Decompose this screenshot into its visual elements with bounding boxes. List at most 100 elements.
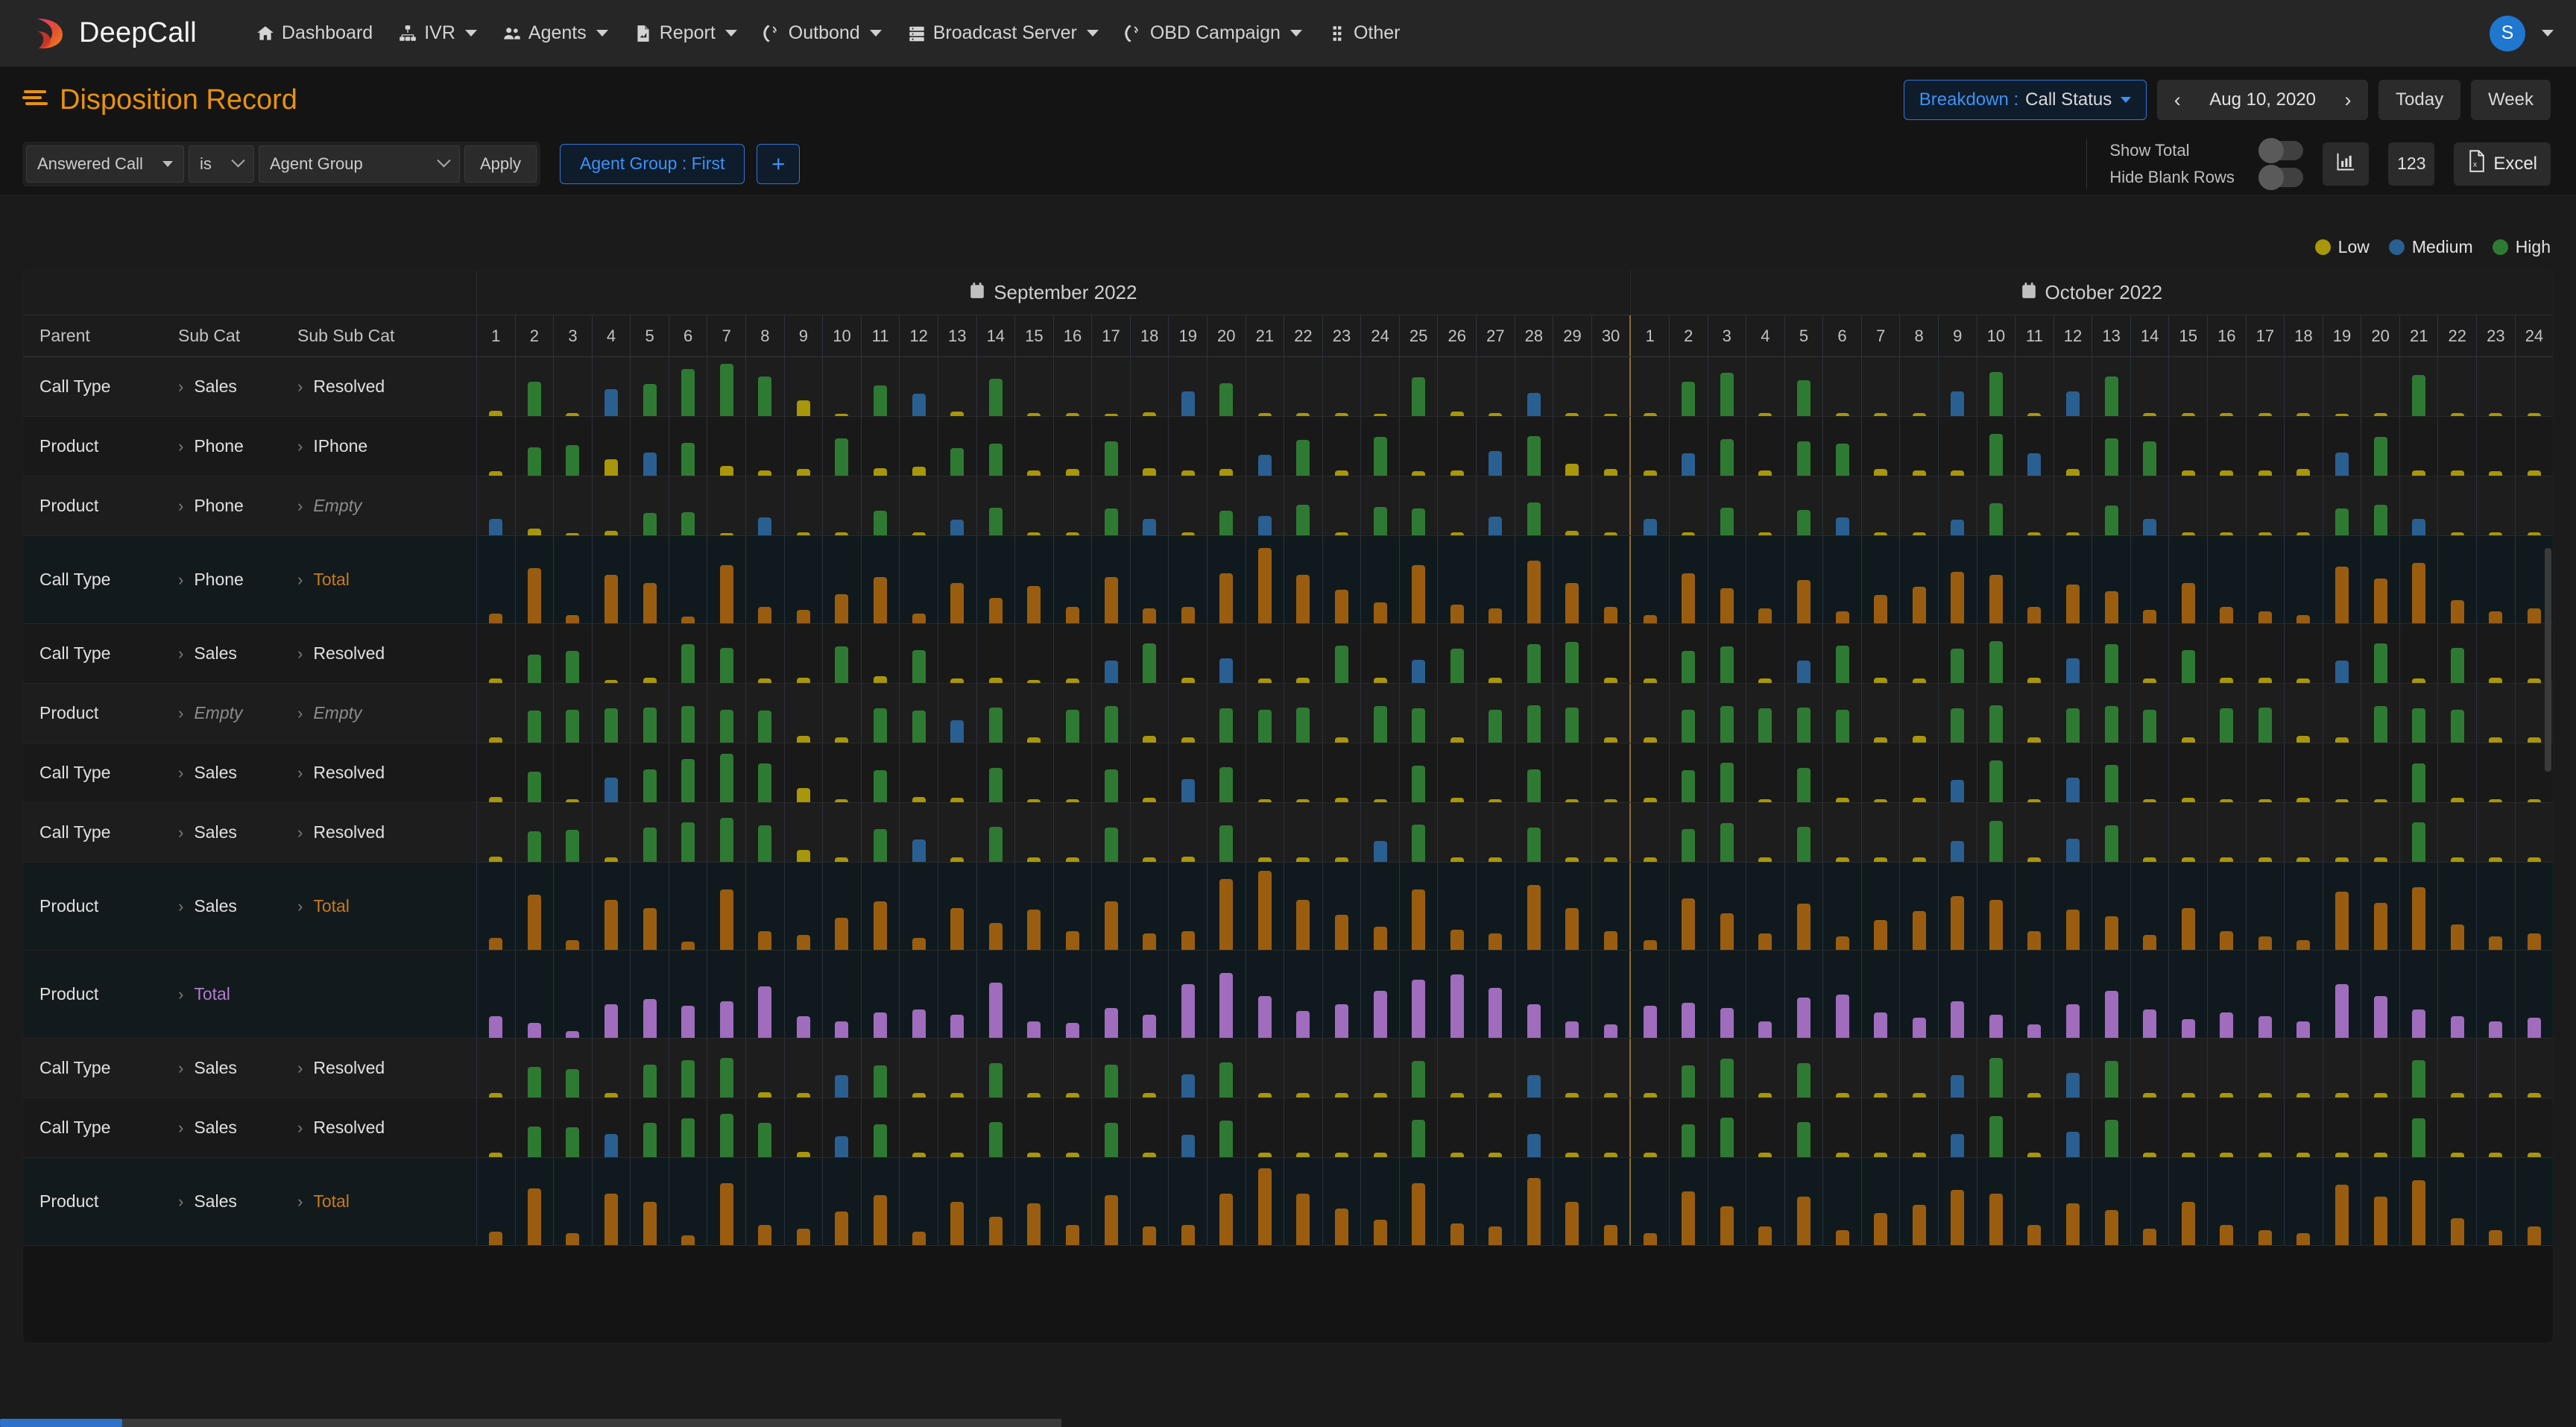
chart-cell[interactable] (1938, 624, 1977, 683)
chart-cell[interactable] (1977, 863, 2015, 950)
chart-cell[interactable] (2092, 536, 2130, 623)
chart-cell[interactable] (1207, 476, 1246, 535)
chart-cell[interactable] (1130, 417, 1169, 476)
chart-cell[interactable] (1591, 1098, 1630, 1157)
chart-cell[interactable] (2284, 803, 2323, 862)
chart-cell[interactable] (1360, 951, 1399, 1038)
chart-cell[interactable] (1977, 1158, 2015, 1245)
chart-cell[interactable] (2207, 536, 2246, 623)
chart-cell[interactable] (2168, 417, 2207, 476)
chart-cell[interactable] (2246, 863, 2285, 950)
chart-cell[interactable] (1861, 863, 1900, 950)
chart-cell[interactable] (1899, 743, 1938, 802)
chart-cell[interactable] (1591, 536, 1630, 623)
chart-cell[interactable] (1476, 536, 1515, 623)
chart-cell[interactable] (2130, 417, 2169, 476)
filter-chip-agent-group[interactable]: Agent Group : First (560, 144, 745, 184)
chart-cell[interactable] (2515, 863, 2553, 950)
chart-cell[interactable] (1938, 536, 1977, 623)
chart-cell[interactable] (1515, 476, 1553, 535)
chart-cell[interactable] (2476, 951, 2515, 1038)
chart-cell[interactable] (1476, 1158, 1515, 1245)
chart-cell[interactable] (669, 1039, 707, 1097)
chart-cell[interactable] (553, 951, 592, 1038)
chart-cell[interactable] (861, 951, 900, 1038)
chart-cell[interactable] (745, 684, 784, 743)
chart-cell[interactable] (1130, 1098, 1169, 1157)
chart-cell[interactable] (2476, 624, 2515, 683)
chart-cell[interactable] (1246, 536, 1284, 623)
chart-cell[interactable] (745, 951, 784, 1038)
chart-cell[interactable] (1014, 951, 1053, 1038)
chart-cell[interactable] (2168, 743, 2207, 802)
chart-cell[interactable] (1246, 624, 1284, 683)
chart-cell[interactable] (2130, 357, 2169, 416)
chart-cell[interactable] (1861, 476, 1900, 535)
chart-cell[interactable] (2053, 417, 2092, 476)
chart-cell[interactable] (1091, 624, 1130, 683)
chart-cell[interactable] (1553, 536, 1591, 623)
chart-cell[interactable] (2284, 743, 2323, 802)
chart-cell[interactable] (1708, 743, 1746, 802)
table-row[interactable]: Product›Sales›Total (23, 1158, 2553, 1246)
chart-cell[interactable] (784, 1158, 823, 1245)
chart-cell[interactable] (476, 803, 515, 862)
avatar[interactable]: S (2490, 16, 2525, 51)
chart-cell[interactable] (1053, 417, 1092, 476)
table-row[interactable]: Call Type›Sales›Resolved (23, 1039, 2553, 1098)
chart-cell[interactable] (976, 743, 1015, 802)
column-header-sub-sub-cat[interactable]: Sub Sub Cat (297, 315, 476, 356)
chart-cell[interactable] (899, 684, 938, 743)
chart-cell[interactable] (1399, 357, 1438, 416)
chart-cell[interactable] (1938, 476, 1977, 535)
chart-cell[interactable] (2092, 624, 2130, 683)
table-row[interactable]: Call Type›Sales›Resolved (23, 624, 2553, 684)
chart-cell[interactable] (2361, 863, 2399, 950)
chart-cell[interactable] (1207, 1158, 1246, 1245)
filter-value-select[interactable]: Agent Group (259, 145, 460, 183)
chart-cell[interactable] (2437, 417, 2476, 476)
chart-cell[interactable] (1746, 863, 1784, 950)
chart-cell[interactable] (1322, 1039, 1361, 1097)
chart-cell[interactable] (2284, 863, 2323, 950)
chart-cell[interactable] (1938, 743, 1977, 802)
chart-cell[interactable] (2284, 1158, 2323, 1245)
chart-cell[interactable] (707, 951, 745, 1038)
chart-cell[interactable] (1437, 1039, 1476, 1097)
chart-cell[interactable] (2207, 476, 2246, 535)
nav-item-report[interactable]: Report (621, 15, 750, 51)
chart-cell[interactable] (2207, 417, 2246, 476)
chart-cell[interactable] (592, 624, 631, 683)
chart-cell[interactable] (1746, 743, 1784, 802)
chart-cell[interactable] (861, 803, 900, 862)
chart-cell[interactable] (2092, 803, 2130, 862)
chart-cell[interactable] (1708, 536, 1746, 623)
chart-cell[interactable] (2361, 1158, 2399, 1245)
chart-cell[interactable] (2130, 863, 2169, 950)
chart-cell[interactable] (1091, 476, 1130, 535)
chart-cell[interactable] (1168, 624, 1207, 683)
chart-cell[interactable] (2437, 684, 2476, 743)
chart-cell[interactable] (822, 1098, 861, 1157)
chart-cell[interactable] (2515, 417, 2553, 476)
chart-cell[interactable] (1553, 684, 1591, 743)
chart-cell[interactable] (1784, 951, 1823, 1038)
chart-cell[interactable] (1014, 417, 1053, 476)
chart-cell[interactable] (1168, 863, 1207, 950)
chart-cell[interactable] (1938, 684, 1977, 743)
chart-cell[interactable] (822, 684, 861, 743)
chart-cell[interactable] (1553, 863, 1591, 950)
chart-cell[interactable] (2284, 624, 2323, 683)
chart-cell[interactable] (1168, 357, 1207, 416)
chart-cell[interactable] (630, 803, 669, 862)
chart-cell[interactable] (1746, 1098, 1784, 1157)
chart-cell[interactable] (1553, 743, 1591, 802)
chart-cell[interactable] (2399, 951, 2438, 1038)
chart-cell[interactable] (630, 863, 669, 950)
chart-cell[interactable] (1246, 1098, 1284, 1157)
chart-cell[interactable] (1053, 1158, 1092, 1245)
chart-cell[interactable] (861, 357, 900, 416)
chart-cell[interactable] (1091, 743, 1130, 802)
chart-cell[interactable] (2399, 1039, 2438, 1097)
chart-cell[interactable] (861, 624, 900, 683)
